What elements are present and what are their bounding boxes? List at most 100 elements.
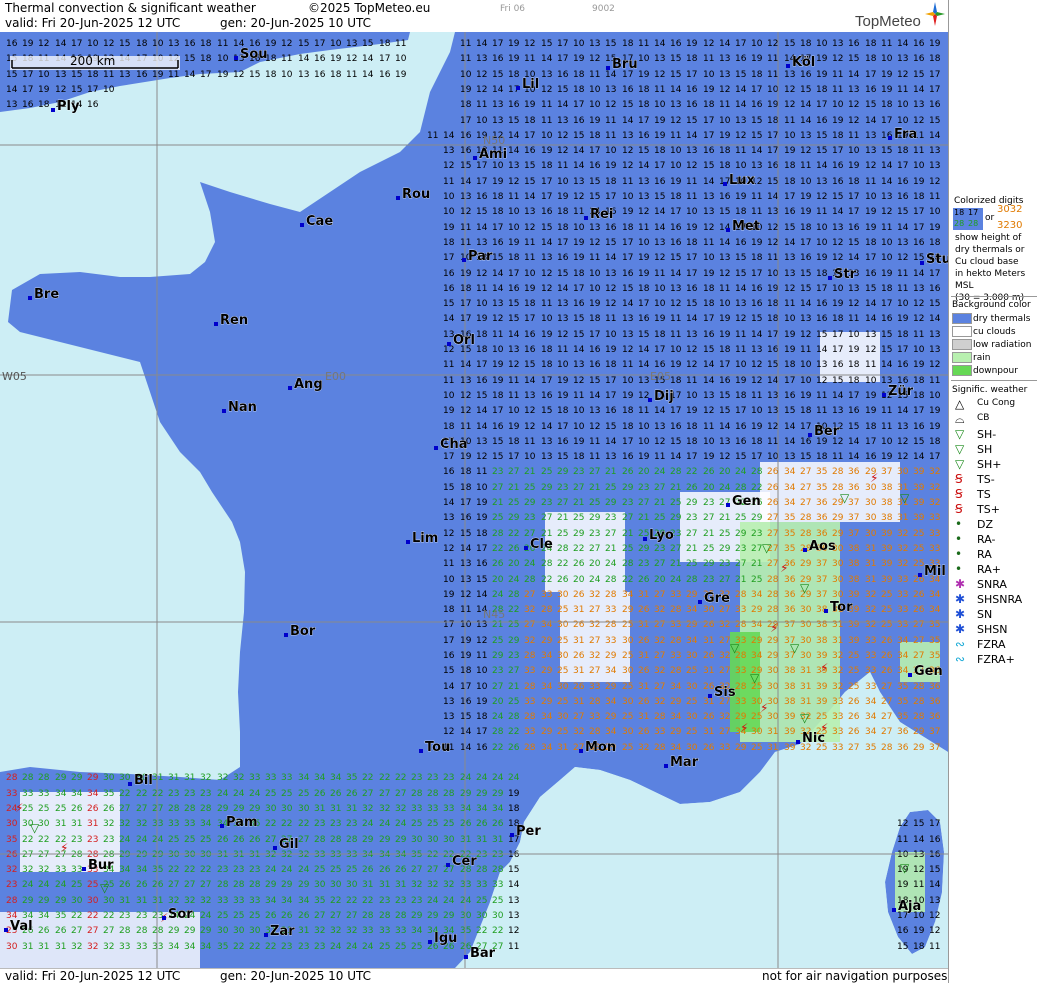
thermal-digit: 14 [508, 330, 520, 340]
thermal-digit: 18 [816, 269, 828, 279]
thermal-digit: 13 [832, 406, 843, 416]
city-label[interactable]: Bre [34, 287, 60, 303]
thermal-digit: 30 [622, 727, 634, 737]
city-label[interactable]: Pam [226, 815, 258, 831]
city-label[interactable]: Lyo [649, 528, 674, 544]
thermal-digit: 18 [200, 54, 212, 64]
thermal-digit: 17 [476, 161, 487, 171]
city-label[interactable]: Ang [294, 377, 323, 393]
city-label[interactable]: Sou [240, 47, 268, 63]
run-code: 9002 [592, 4, 615, 14]
city-label[interactable]: Sor [168, 907, 194, 923]
city-marker [918, 573, 922, 577]
thermal-digit: 38 [848, 559, 860, 569]
thermal-digit: 21 [735, 575, 746, 585]
thermal-digit: 32 [524, 605, 535, 615]
city-label[interactable]: Orl [453, 333, 476, 349]
thermal-digit: 14 [638, 345, 650, 355]
city-label[interactable]: Lux [729, 173, 756, 189]
thermal-digit: 10 [476, 116, 488, 126]
city-label[interactable]: Bil [134, 773, 153, 789]
thermal-digit: 10 [152, 39, 164, 49]
thermal-digit: 16 [6, 39, 18, 49]
city-label[interactable]: Tor [830, 600, 854, 616]
thermal-digit: 29 [832, 513, 844, 523]
thermal-digit: 34 [330, 773, 342, 783]
thermal-digit: 12 [686, 360, 697, 370]
city-label[interactable]: Zar [270, 924, 296, 940]
thermal-digit: 25 [913, 559, 924, 569]
city-label[interactable]: Rei [590, 207, 614, 223]
thermal-digit: 32 [38, 865, 49, 875]
city-label[interactable]: Gre [704, 591, 731, 607]
city-label[interactable]: Dij [654, 389, 674, 405]
city-label[interactable]: Bur [88, 858, 115, 874]
city-label[interactable]: Gen [914, 664, 943, 680]
city-label[interactable]: Stu [926, 252, 948, 268]
thermal-digit: 18 [719, 161, 731, 171]
city-label[interactable]: Per [516, 824, 542, 840]
thermal-digit: 14 [735, 85, 747, 95]
city-label[interactable]: Gen [732, 494, 761, 510]
thermal-digit: 17 [929, 70, 940, 80]
city-label[interactable]: Aos [809, 539, 837, 555]
city-label[interactable]: Mon [585, 740, 617, 756]
city-label[interactable]: Sis [714, 685, 736, 701]
city-label[interactable]: Bar [470, 946, 496, 962]
thermal-digit: 27 [508, 666, 519, 676]
thermal-digit: 16 [654, 360, 666, 370]
thermal-digit: 32 [589, 590, 600, 600]
thermal-digit: 15 [443, 666, 454, 676]
thermal-digit: 24 [249, 789, 261, 799]
thermal-digit: 19 [800, 192, 812, 202]
city-label[interactable]: Cer [452, 854, 478, 870]
thermal-digit: 34 [200, 819, 212, 829]
city-label[interactable]: Bor [290, 624, 316, 640]
city-label[interactable]: Cha [440, 437, 468, 453]
forecast-map[interactable]: 16 19 12 14 17 10 12 15 18 10 13 16 18 11 14 16 19 12 15 17… [0, 32, 948, 968]
city-label[interactable]: Cle [530, 537, 554, 553]
thermal-digit: 11 [735, 146, 746, 156]
city-label[interactable]: Ren [220, 313, 249, 329]
thermal-digit: 17 [703, 116, 714, 126]
thermal-digit: 18 [605, 360, 617, 370]
city-label[interactable]: Mar [670, 755, 699, 771]
city-label[interactable]: Lil [522, 77, 540, 93]
city-label[interactable]: Gil [279, 837, 299, 853]
thermal-digit: 30 [492, 911, 504, 921]
topmeteo-logo[interactable]: TopMeteo [855, 2, 947, 32]
city-label[interactable]: Bru [612, 57, 638, 73]
thermal-digit: 24 [265, 865, 277, 875]
thermal-digit: 13 [800, 131, 811, 141]
thermal-digit: 21 [686, 544, 697, 554]
city-label[interactable]: Val [10, 919, 33, 935]
city-label[interactable]: Fra [894, 127, 918, 143]
legend-sig-label: RA [977, 548, 992, 561]
city-label[interactable]: Ami [479, 147, 508, 163]
thermal-digit: 18 [622, 39, 634, 49]
thermal-digit: 14 [573, 161, 585, 171]
city-label[interactable]: Nic [802, 731, 826, 747]
thermal-digit: 13 [622, 330, 633, 340]
city-label[interactable]: Nan [228, 400, 258, 416]
city-label[interactable]: Cae [306, 214, 334, 230]
thermal-digit: 14 [751, 146, 763, 156]
city-label[interactable]: Tou [425, 740, 451, 756]
city-label[interactable]: Ply [57, 99, 81, 115]
thermal-digit: 15 [622, 284, 633, 294]
thermal-digit: 15 [751, 314, 762, 324]
city-label[interactable]: Par [468, 249, 494, 265]
city-label[interactable]: Rou [402, 187, 431, 203]
city-label[interactable]: Aja [898, 899, 922, 915]
city-label[interactable]: Igu [434, 931, 458, 947]
city-label[interactable]: Zür [888, 384, 914, 400]
city-label[interactable]: Met [732, 219, 761, 235]
thermal-digit: 16 [589, 345, 601, 355]
city-label[interactable]: Ber [814, 424, 840, 440]
city-label[interactable]: Mil [924, 564, 946, 580]
thermal-digit: 13 [476, 238, 487, 248]
city-label[interactable]: Str [834, 267, 857, 283]
city-label[interactable]: Lim [412, 531, 439, 547]
city-label[interactable]: Köl [792, 55, 816, 71]
thermal-digit: 13 [638, 177, 649, 187]
